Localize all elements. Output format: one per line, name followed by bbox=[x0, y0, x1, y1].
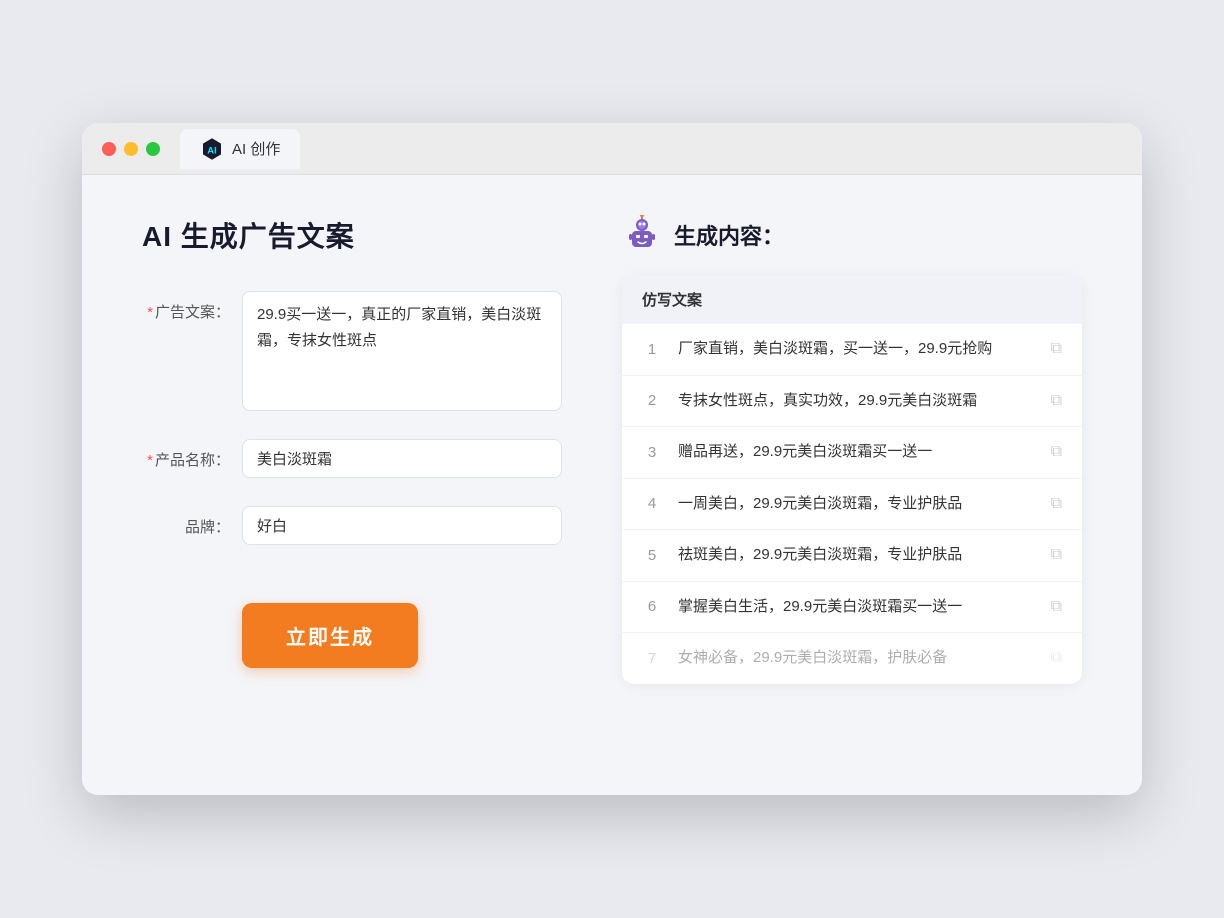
table-row: 3 赠品再送，29.9元美白淡斑霜买一送一 ⧉ bbox=[622, 427, 1082, 479]
copy-icon[interactable]: ⧉ bbox=[1051, 495, 1062, 513]
browser-window: AI AI 创作 AI 生成广告文案 *广告文案： *产品名称： bbox=[82, 123, 1142, 795]
generate-button[interactable]: 立即生成 bbox=[242, 603, 418, 668]
browser-content: AI 生成广告文案 *广告文案： *产品名称： 品牌： 立即生成 bbox=[82, 175, 1142, 795]
copy-icon[interactable]: ⧉ bbox=[1051, 340, 1062, 358]
row-number: 2 bbox=[642, 392, 662, 409]
row-number: 3 bbox=[642, 444, 662, 461]
required-star-2: * bbox=[147, 452, 153, 469]
row-text: 一周美白，29.9元美白淡斑霜，专业护肤品 bbox=[678, 493, 1035, 516]
results-container: 1 厂家直销，美白淡斑霜，买一送一，29.9元抢购 ⧉ 2 专抹女性斑点，真实功效，29… bbox=[622, 324, 1082, 684]
row-number: 6 bbox=[642, 598, 662, 615]
robot-icon bbox=[622, 215, 662, 255]
copy-icon[interactable]: ⧉ bbox=[1051, 649, 1062, 667]
right-panel: 生成内容： 仿写文案 1 厂家直销，美白淡斑霜，买一送一，29.9元抢购 ⧉ 2 专抹女… bbox=[622, 215, 1082, 755]
result-table: 仿写文案 1 厂家直销，美白淡斑霜，买一送一，29.9元抢购 ⧉ 2 专抹女性斑点，真实… bbox=[622, 275, 1082, 684]
brand-input[interactable] bbox=[242, 506, 562, 545]
brand-label: 品牌： bbox=[142, 506, 242, 537]
page-title: AI 生成广告文案 bbox=[142, 215, 562, 255]
form-group-brand: 品牌： bbox=[142, 506, 562, 545]
table-row: 5 祛斑美白，29.9元美白淡斑霜，专业护肤品 ⧉ bbox=[622, 530, 1082, 582]
row-text: 赠品再送，29.9元美白淡斑霜买一送一 bbox=[678, 441, 1035, 464]
table-row: 2 专抹女性斑点，真实功效，29.9元美白淡斑霜 ⧉ bbox=[622, 376, 1082, 428]
form-group-ad-copy: *广告文案： bbox=[142, 291, 562, 411]
row-number: 4 bbox=[642, 495, 662, 512]
row-number: 5 bbox=[642, 547, 662, 564]
traffic-light-yellow[interactable] bbox=[124, 142, 138, 156]
row-number: 1 bbox=[642, 341, 662, 358]
table-row: 4 一周美白，29.9元美白淡斑霜，专业护肤品 ⧉ bbox=[622, 479, 1082, 531]
browser-tab[interactable]: AI AI 创作 bbox=[180, 129, 300, 169]
result-title: 生成内容： bbox=[674, 219, 784, 251]
traffic-lights bbox=[102, 142, 160, 156]
copy-icon[interactable]: ⧉ bbox=[1051, 598, 1062, 616]
traffic-light-green[interactable] bbox=[146, 142, 160, 156]
table-row: 7 女神必备，29.9元美白淡斑霜，护肤必备 ⧉ bbox=[622, 633, 1082, 684]
ad-copy-textarea[interactable] bbox=[242, 291, 562, 411]
ai-tab-icon: AI bbox=[200, 137, 224, 161]
row-text: 女神必备，29.9元美白淡斑霜，护肤必备 bbox=[678, 647, 1035, 670]
tab-label: AI 创作 bbox=[232, 138, 280, 159]
row-number: 7 bbox=[642, 650, 662, 667]
row-text: 专抹女性斑点，真实功效，29.9元美白淡斑霜 bbox=[678, 390, 1035, 413]
form-group-product-name: *产品名称： bbox=[142, 439, 562, 478]
svg-text:AI: AI bbox=[207, 144, 216, 155]
left-panel: AI 生成广告文案 *广告文案： *产品名称： 品牌： 立即生成 bbox=[142, 215, 562, 755]
row-text: 掌握美白生活，29.9元美白淡斑霜买一送一 bbox=[678, 596, 1035, 619]
ad-copy-label: *广告文案： bbox=[142, 291, 242, 322]
required-star: * bbox=[147, 304, 153, 321]
copy-icon[interactable]: ⧉ bbox=[1051, 392, 1062, 410]
row-text: 祛斑美白，29.9元美白淡斑霜，专业护肤品 bbox=[678, 544, 1035, 567]
copy-icon[interactable]: ⧉ bbox=[1051, 546, 1062, 564]
traffic-light-red[interactable] bbox=[102, 142, 116, 156]
titlebar: AI AI 创作 bbox=[82, 123, 1142, 175]
result-header: 生成内容： bbox=[622, 215, 1082, 255]
table-header: 仿写文案 bbox=[622, 275, 1082, 324]
row-text: 厂家直销，美白淡斑霜，买一送一，29.9元抢购 bbox=[678, 338, 1035, 361]
product-name-label: *产品名称： bbox=[142, 439, 242, 470]
product-name-input[interactable] bbox=[242, 439, 562, 478]
table-row: 6 掌握美白生活，29.9元美白淡斑霜买一送一 ⧉ bbox=[622, 582, 1082, 634]
table-row: 1 厂家直销，美白淡斑霜，买一送一，29.9元抢购 ⧉ bbox=[622, 324, 1082, 376]
copy-icon[interactable]: ⧉ bbox=[1051, 443, 1062, 461]
